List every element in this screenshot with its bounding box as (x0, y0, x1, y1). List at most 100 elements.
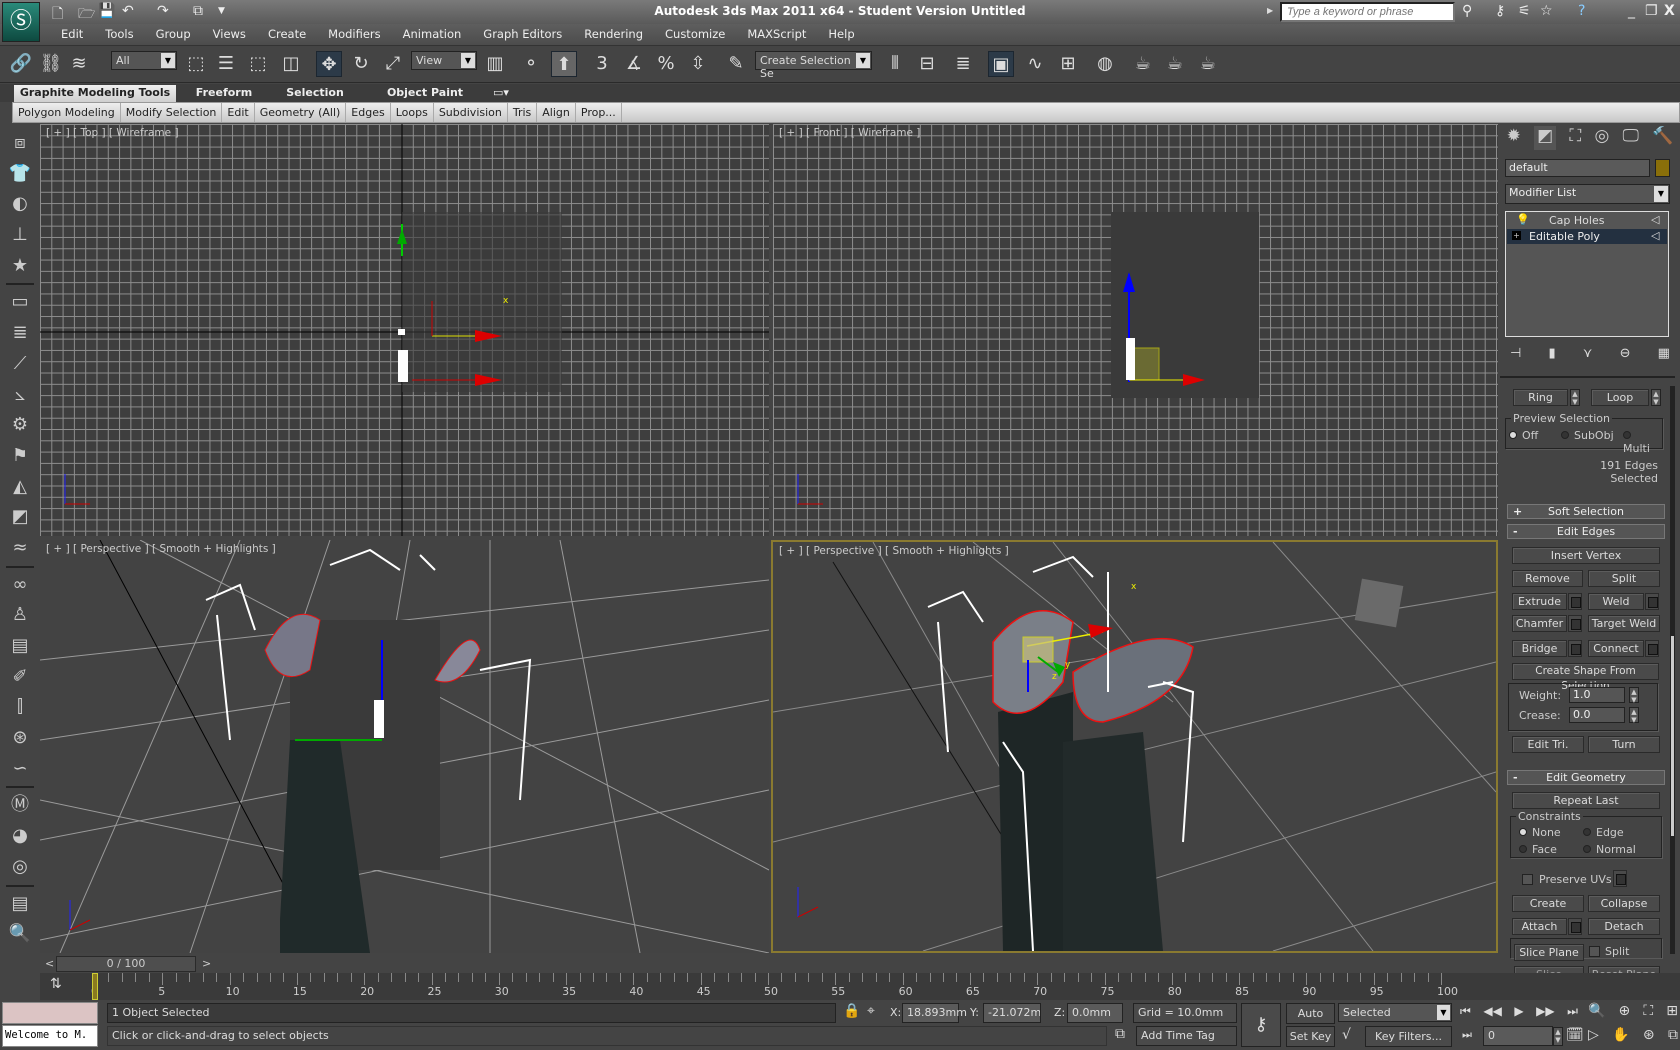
binoculars-icon[interactable]: ⚲ (1462, 3, 1472, 19)
stack-item-cap-holes[interactable]: 💡 Cap Holes ◁ (1506, 213, 1668, 228)
keyboard-shortcut-override-icon[interactable]: ⬆ (551, 51, 577, 77)
ribbon-panel-modify-selection[interactable]: Modify Selection (121, 103, 223, 122)
ribbon-panel-tris[interactable]: Tris (508, 103, 538, 122)
menu-modifiers[interactable]: Modifiers (317, 27, 392, 41)
collapse-button[interactable]: Collapse (1588, 895, 1660, 912)
go-to-end-icon[interactable]: ⏭ (1567, 1004, 1578, 1019)
expand-plus-icon[interactable]: + (1512, 231, 1521, 240)
ribbon-panel-geometry-all[interactable]: Geometry (All) (255, 103, 347, 122)
rendered-frame-window-icon[interactable]: ☕ (1162, 51, 1188, 77)
zoom-extents-all-icon[interactable]: ⊞ (1666, 1003, 1678, 1019)
z-coord-input[interactable]: 0.0mm (1067, 1003, 1123, 1023)
rollout-edit-geometry[interactable]: - Edit Geometry (1507, 770, 1665, 785)
viewport-label-top[interactable]: [ + ] [ Top ] [ Wireframe ] (46, 127, 179, 139)
modify-tab-icon[interactable]: ◩ (1534, 126, 1557, 150)
tab-freeform[interactable]: Freeform (185, 85, 263, 102)
application-button[interactable]: Ⓢ (2, 2, 40, 42)
ribbon-panel-edit[interactable]: Edit (222, 103, 255, 122)
menu-graph-editors[interactable]: Graph Editors (472, 27, 573, 41)
percent-snap-icon[interactable]: % (653, 51, 679, 77)
spinner-snap-icon[interactable]: ⇳ (685, 51, 711, 77)
rope-icon[interactable]: ∽ (0, 754, 40, 785)
menu-maxscript[interactable]: MAXScript (736, 27, 817, 41)
connect-button[interactable]: Connect (1588, 640, 1644, 657)
orbit-icon[interactable]: ⊛ (1643, 1027, 1655, 1043)
time-configuration-icon[interactable]: 🗓 (1566, 1027, 1584, 1043)
key-icon[interactable]: ⚷ (1495, 3, 1505, 19)
maximize-viewport-icon[interactable]: ⧉ (1668, 1027, 1678, 1043)
attach-settings-icon[interactable] (1568, 918, 1582, 935)
capsule-icon[interactable]: ⟋ (0, 349, 40, 380)
named-selection-dropdown[interactable]: Create Selection Se ▼ (755, 51, 872, 80)
viewport-label-front[interactable]: [ + ] [ Front ] [ Wireframe ] (779, 127, 920, 139)
ribbon-panel-edges[interactable]: Edges (346, 103, 391, 122)
paint-icon[interactable]: ✐ (0, 662, 40, 693)
track-bar[interactable]: ⇅ 05101520253035404550556065707580859095… (40, 973, 1680, 1001)
key-filters-button[interactable]: Key Filters... (1365, 1026, 1452, 1047)
tshirt-icon[interactable]: 👕 (0, 159, 40, 190)
remove-modifier-icon[interactable]: ⊖ (1620, 346, 1631, 361)
mirror-icon[interactable]: ⫴ (882, 51, 908, 77)
material-editor-icon[interactable]: ◍ (1092, 51, 1118, 77)
crease-input[interactable]: 0.0 (1569, 707, 1625, 723)
repeat-last-button[interactable]: Repeat Last (1512, 792, 1660, 809)
pan-hand-icon[interactable]: ✋ (1612, 1027, 1629, 1043)
bridge-button[interactable]: Bridge (1512, 640, 1567, 657)
viewport-label-perspective[interactable]: [ + ] [ Perspective ] [ Smooth + Highlig… (779, 545, 1009, 557)
zoom-all-icon[interactable]: ⊕ (1619, 1003, 1631, 1019)
edit-named-selection-icon[interactable]: ✎ (723, 51, 749, 77)
scrollbar-thumb[interactable] (1671, 636, 1674, 836)
manipulate-icon[interactable]: ⚬ (518, 51, 544, 77)
rectangular-selection-icon[interactable]: ⬚ (245, 51, 271, 77)
select-object-icon[interactable]: ⬚ (183, 51, 209, 77)
ring-button[interactable]: Ring (1513, 389, 1568, 406)
current-time-input[interactable]: 0 (1483, 1026, 1553, 1046)
display-tab-icon[interactable]: 🖵 (1623, 126, 1639, 150)
schematic-view-icon[interactable]: ⊞ (1055, 51, 1081, 77)
lock-selection-icon[interactable]: 🔒 (843, 1003, 860, 1019)
zoom-icon[interactable]: 🔍 (1588, 1003, 1605, 1019)
menu-rendering[interactable]: Rendering (573, 27, 654, 41)
utilities-tab-icon[interactable]: 🔨 (1652, 126, 1673, 150)
tab-selection[interactable]: Selection (275, 85, 355, 102)
save-icon[interactable]: 💾 (98, 3, 115, 19)
selection-filter-dropdown[interactable]: All ▼ (111, 51, 177, 70)
connect-settings-icon[interactable] (1645, 640, 1659, 657)
time-spinner[interactable]: ▲ ▼ (1553, 1027, 1563, 1046)
spindle-icon[interactable]: ⊥ (0, 220, 40, 251)
constraint-face-radio[interactable]: Face (1519, 843, 1557, 856)
unlink-icon[interactable]: ⛓ (38, 51, 64, 77)
target-weld-button[interactable]: Target Weld (1588, 615, 1660, 632)
chamfer-settings-icon[interactable] (1568, 615, 1582, 632)
key-mode-toggle-icon[interactable]: ⏭ (1462, 1028, 1472, 1042)
ribbon-panel-loops[interactable]: Loops (391, 103, 434, 122)
viewport-perspective-active[interactable]: x z y [ + ] [ Perspective ] [ Smooth + H… (771, 540, 1498, 953)
x-coord-input[interactable]: 18.893mm (902, 1003, 967, 1023)
configure-modifier-sets-icon[interactable]: ▦ (1658, 346, 1670, 361)
field-of-view-icon[interactable]: ▷ (1588, 1027, 1599, 1043)
panel-icon[interactable]: ▭ (0, 287, 40, 318)
viewport-top[interactable]: x [ + ] [ Top ] [ Wireframe ] (40, 124, 769, 536)
ribbon-panel-subdivision[interactable]: Subdivision (434, 103, 508, 122)
make-unique-icon[interactable]: ⋎ (1583, 346, 1593, 361)
listener-icon[interactable]: ▤ (0, 889, 40, 920)
render-production-icon[interactable]: ☕ (1195, 51, 1221, 77)
angle-snap-icon[interactable]: ∡ (621, 51, 647, 77)
select-and-link-icon[interactable]: 🔗 (8, 51, 34, 77)
star-icon[interactable]: ☆ (1540, 3, 1553, 19)
box-icon[interactable]: ⧈ (0, 128, 40, 159)
bind-to-space-warp-icon[interactable]: ≋ (66, 51, 92, 77)
menu-tools[interactable]: Tools (94, 27, 144, 41)
next-frame-button[interactable]: > (202, 957, 211, 970)
split-checkbox[interactable] (1589, 946, 1600, 957)
curve-editor-icon[interactable]: ∿ (1022, 51, 1048, 77)
window-crossing-icon[interactable]: ◫ (278, 51, 304, 77)
menu-animation[interactable]: Animation (392, 27, 473, 41)
layer-manager-icon[interactable]: ≣ (950, 51, 976, 77)
ribbon-panel-align[interactable]: Align (537, 103, 576, 122)
close-button[interactable]: X (1664, 3, 1675, 19)
ring-spinner[interactable]: ▲ ▼ (1570, 389, 1580, 406)
ball-material-icon[interactable]: ◕ (0, 821, 40, 852)
rollout-soft-selection[interactable]: + Soft Selection (1507, 504, 1665, 519)
tab-graphite-modeling-tools[interactable]: Graphite Modeling Tools (14, 85, 176, 102)
